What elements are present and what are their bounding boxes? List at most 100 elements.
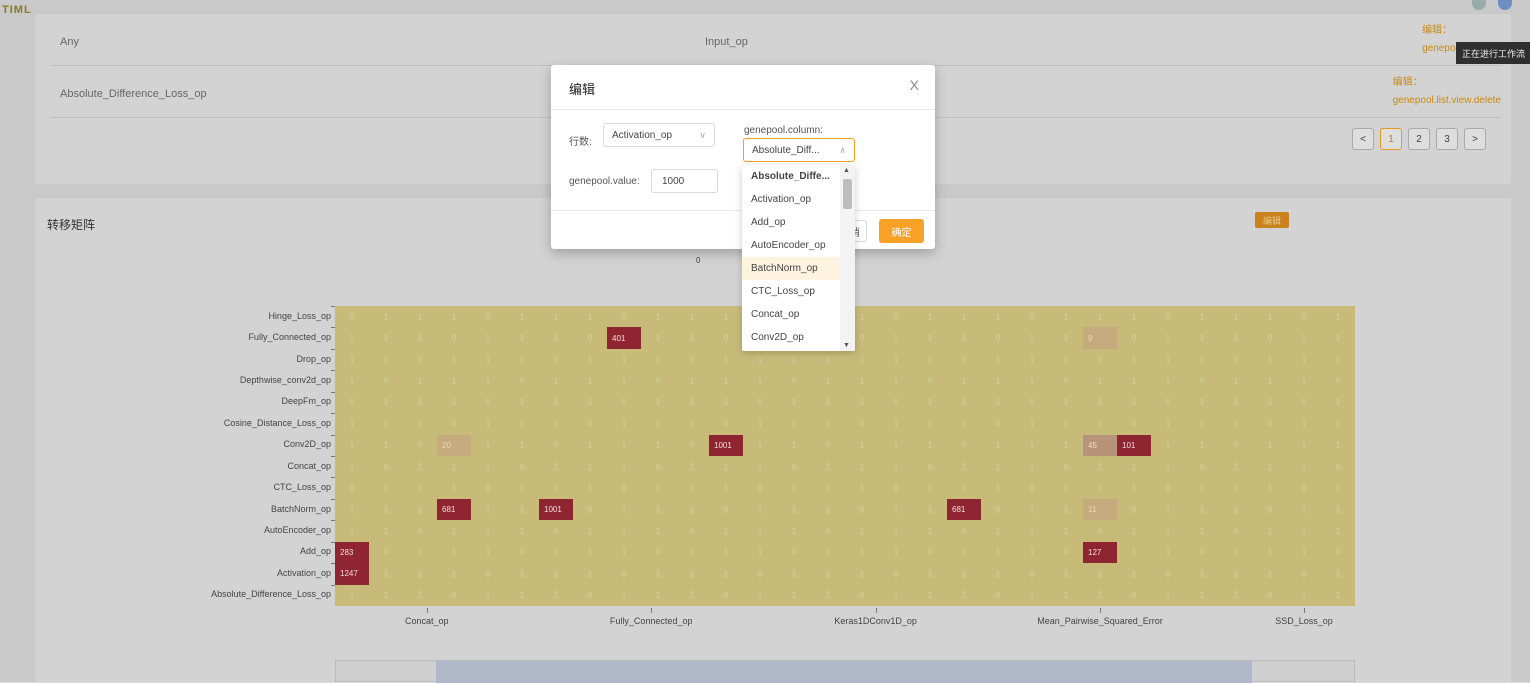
- dropdown-option[interactable]: BatchNorm_op: [742, 257, 840, 280]
- heatmap-cell-value: 1: [1131, 547, 1137, 557]
- page-button-3[interactable]: 3: [1436, 128, 1458, 150]
- heatmap-cell-value: 1: [621, 440, 627, 450]
- heatmap-cell[interactable]: 101: [1117, 434, 1151, 456]
- heatmap-cell-value: 0: [621, 569, 627, 579]
- x-axis-tick: [651, 608, 653, 613]
- heatmap: 0111011101110111011101110111011110111040…: [335, 306, 1355, 606]
- dropdown-option[interactable]: Absolute_Diffe...: [742, 165, 840, 188]
- next-page-button[interactable]: >: [1464, 128, 1486, 150]
- heatmap-cell-value: 1: [1199, 526, 1205, 536]
- heatmap-cell-value: 1: [655, 355, 661, 365]
- heatmap-cell-value: 1: [519, 590, 525, 600]
- dropdown-scrollbar[interactable]: ▲ ▼: [840, 165, 855, 351]
- heatmap-cell-value: 1: [859, 462, 865, 472]
- page-button-1[interactable]: 1: [1380, 128, 1402, 150]
- dropdown-option[interactable]: Concat_op: [742, 303, 840, 326]
- dropdown-option[interactable]: Add_op: [742, 211, 840, 234]
- heatmap-cell-value: 1: [417, 569, 423, 579]
- heatmap-cell-value: 1: [621, 419, 627, 429]
- prev-page-button[interactable]: <: [1352, 128, 1374, 150]
- heatmap-cell-value: 1: [927, 483, 933, 493]
- heatmap-cell-value: 1: [1335, 312, 1341, 322]
- heatmap-cell-value: 1: [519, 569, 525, 579]
- column-select[interactable]: Absolute_Diff... ∧: [743, 138, 855, 162]
- heatmap-cell-value: 1: [825, 397, 831, 407]
- heatmap-cell-value: 1: [655, 419, 661, 429]
- heatmap-cell-value: 1: [1097, 397, 1103, 407]
- dropdown-option[interactable]: AutoEncoder_op: [742, 234, 840, 257]
- heatmap-cell-value: 1: [417, 462, 423, 472]
- heatmap-cell-value: 1: [1301, 526, 1307, 536]
- workflow-tooltip: 正在进行工作流: [1456, 42, 1530, 64]
- user-avatar-icon[interactable]: [1498, 0, 1512, 10]
- close-icon[interactable]: X: [910, 77, 919, 93]
- heatmap-cell-value: 1: [1063, 419, 1069, 429]
- dropdown-option[interactable]: Conv2D_op: [742, 326, 840, 349]
- heatmap-cell-value: 1: [1301, 333, 1307, 343]
- row-select[interactable]: Activation_op ∨: [603, 123, 715, 147]
- heatmap-cell-value: 1: [859, 397, 865, 407]
- scroll-down-icon[interactable]: ▼: [843, 342, 850, 349]
- y-axis-label: Drop_op: [296, 353, 331, 364]
- heatmap-cell-value: 0: [553, 440, 559, 450]
- heatmap-cell-value: 1: [417, 505, 423, 515]
- heatmap-cell[interactable]: 1247: [335, 563, 369, 585]
- y-axis-label: Activation_op: [276, 567, 331, 578]
- heatmap-cell[interactable]: 127: [1083, 541, 1117, 564]
- value-input[interactable]: 1000: [651, 169, 718, 193]
- zoom-slider-range[interactable]: [436, 661, 1252, 683]
- heatmap-cell[interactable]: 45: [1083, 434, 1117, 456]
- heatmap-cell[interactable]: 681: [947, 498, 981, 521]
- heatmap-cell-value: 1: [519, 397, 525, 407]
- heatmap-cell-value: 1: [349, 462, 355, 472]
- heatmap-cell-value: 0: [995, 333, 1001, 343]
- matrix-edit-button[interactable]: 编辑: [1255, 212, 1289, 228]
- heatmap-cell-value: 1: [723, 526, 729, 536]
- heatmap-cell-value: 0: [383, 376, 389, 386]
- heatmap-cell-value: 1: [621, 526, 627, 536]
- scroll-thumb[interactable]: [843, 179, 852, 209]
- heatmap-cell-value: 0: [1335, 376, 1341, 386]
- heatmap-cell-value: 1: [417, 590, 423, 600]
- heatmap-cell[interactable]: 1001: [709, 434, 743, 456]
- heatmap-cell-value: 1: [689, 569, 695, 579]
- heatmap-cell[interactable]: 401: [607, 327, 641, 349]
- heatmap-cell-value: 1: [1267, 312, 1273, 322]
- zoom-slider[interactable]: [335, 660, 1355, 683]
- heatmap-cell-value: 1: [451, 462, 457, 472]
- page-button-2[interactable]: 2: [1408, 128, 1430, 150]
- heatmap-cell-value: 1: [587, 355, 593, 365]
- heatmap-cell[interactable]: 20: [437, 434, 471, 456]
- heatmap-cell-value: 1: [1063, 397, 1069, 407]
- heatmap-cell[interactable]: 681: [437, 498, 471, 521]
- heatmap-cell-value: 1: [383, 590, 389, 600]
- confirm-button[interactable]: 确定: [879, 219, 924, 243]
- heatmap-cell[interactable]: 9: [1083, 327, 1117, 349]
- heatmap-cell[interactable]: 1001: [539, 498, 573, 521]
- heatmap-cell-value: 1: [349, 505, 355, 515]
- heatmap-cell-value: 1: [383, 397, 389, 407]
- delete-link[interactable]: genepool.list.view.delete: [1393, 92, 1501, 110]
- heatmap-cell-value: 1: [655, 440, 661, 450]
- heatmap-cell-value: 1: [689, 483, 695, 493]
- heatmap-cell[interactable]: 11: [1083, 498, 1117, 521]
- notification-icon[interactable]: [1472, 0, 1486, 10]
- heatmap-cell-value: 1: [1301, 440, 1307, 450]
- dropdown-option[interactable]: Activation_op: [742, 188, 840, 211]
- heatmap-cell-value: 1: [1335, 440, 1341, 450]
- heatmap-cell-value: 0: [893, 569, 899, 579]
- heatmap-cell-value: 1: [1199, 419, 1205, 429]
- heatmap-cell-value: 1: [621, 376, 627, 386]
- heatmap-cell-value: 0: [723, 590, 729, 600]
- edit-link[interactable]: 编辑：: [1393, 74, 1501, 92]
- edit-link[interactable]: 编辑：: [1422, 22, 1501, 40]
- scroll-up-icon[interactable]: ▲: [843, 167, 850, 174]
- heatmap-cell-value: 0: [1029, 483, 1035, 493]
- heatmap-cell-value: 1: [859, 440, 865, 450]
- heatmap-cell[interactable]: 283: [335, 541, 369, 564]
- heatmap-cell-value: 1: [825, 462, 831, 472]
- heatmap-cell-value: 1: [757, 355, 763, 365]
- dropdown-option[interactable]: CTC_Loss_op: [742, 280, 840, 303]
- x-axis-tick: [426, 608, 428, 613]
- heatmap-cell-value: 1: [1063, 333, 1069, 343]
